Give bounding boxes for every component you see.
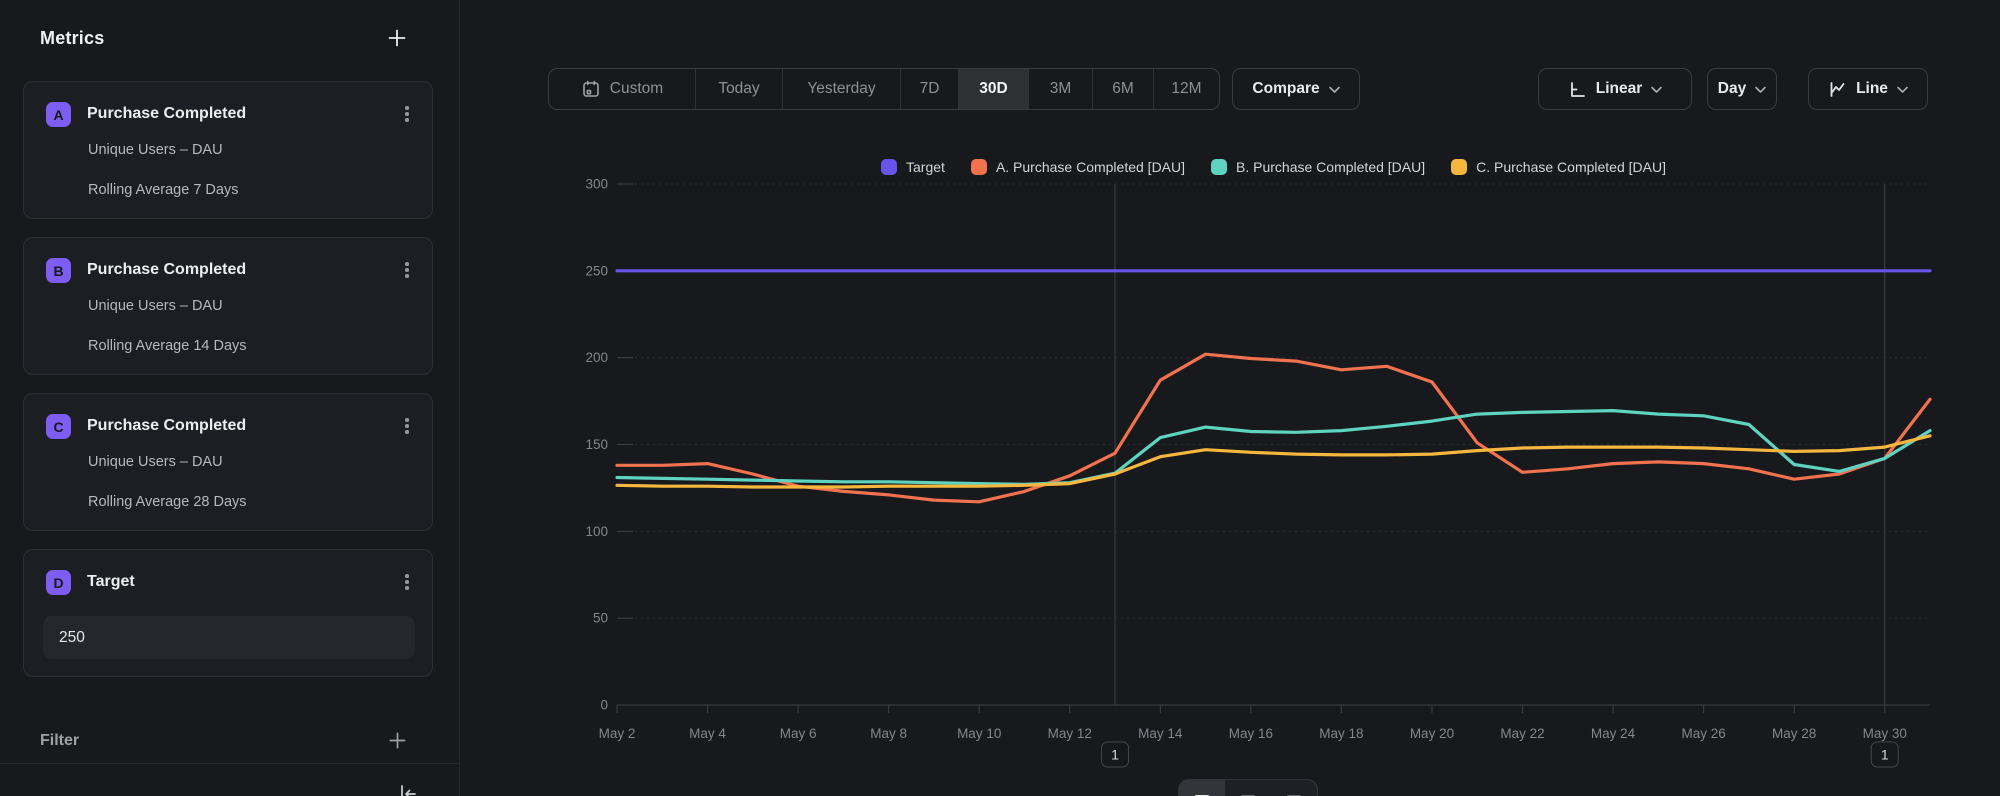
y-axis-label: 250 [585, 263, 608, 278]
annotation-badge[interactable]: 1 [1102, 742, 1129, 767]
annotation-badge[interactable]: 1 [1871, 742, 1898, 767]
dashboard: { "sidebar": { "title": "Metrics", "metr… [0, 0, 2000, 796]
svg-text:1: 1 [1111, 747, 1119, 763]
metric-card[interactable]: C Purchase Completed Unique Users – DAU Rol… [23, 393, 433, 531]
x-axis-label: May 2 [599, 726, 636, 741]
metrics-sidebar: Metrics A Purchase Completed Unique Users … [0, 0, 460, 796]
x-axis-label: May 22 [1500, 726, 1544, 741]
x-axis-label: May 30 [1863, 726, 1907, 741]
kebab-menu-icon[interactable] [396, 100, 418, 128]
filter-title: Filter [40, 732, 79, 750]
metric-transform: Rolling Average 28 Days [88, 494, 247, 510]
metric-badge: C [46, 414, 71, 439]
view-toggle-group [1178, 779, 1318, 796]
x-axis-label: May 18 [1319, 726, 1363, 741]
details-view-button[interactable] [1271, 780, 1317, 796]
x-axis-label: May 16 [1229, 726, 1273, 741]
y-axis-label: 300 [585, 177, 608, 192]
collapse-sidebar-button[interactable] [395, 781, 421, 796]
table-view-button[interactable] [1225, 780, 1271, 796]
metric-card[interactable]: A Purchase Completed Unique Users – DAU Rol… [23, 81, 433, 219]
metric-measure: Unique Users – DAU [88, 454, 223, 470]
series-line-b [617, 411, 1930, 485]
metric-measure: Unique Users – DAU [88, 298, 223, 314]
sidebar-divider [0, 763, 460, 764]
metric-title: Purchase Completed [87, 105, 246, 123]
metric-card[interactable]: B Purchase Completed Unique Users – DAU Rol… [23, 237, 433, 375]
plus-icon [387, 28, 407, 48]
filter-section: Filter [40, 729, 409, 752]
metric-measure: Unique Users – DAU [88, 142, 223, 158]
x-axis-label: May 20 [1410, 726, 1454, 741]
metric-transform: Rolling Average 7 Days [88, 182, 238, 198]
kebab-menu-icon[interactable] [396, 412, 418, 440]
x-axis-label: May 8 [870, 726, 907, 741]
x-axis-label: May 28 [1772, 726, 1816, 741]
y-axis-label: 100 [585, 524, 608, 539]
x-axis-label: May 4 [689, 726, 726, 741]
add-filter-button[interactable] [386, 729, 409, 752]
metric-transform: Rolling Average 14 Days [88, 338, 247, 354]
metric-title: Purchase Completed [87, 261, 246, 279]
svg-text:1: 1 [1881, 747, 1889, 763]
x-axis-label: May 10 [957, 726, 1001, 741]
y-axis-label: 150 [585, 437, 608, 452]
metric-title: Purchase Completed [87, 417, 246, 435]
add-metric-button[interactable] [385, 26, 409, 50]
x-axis-label: May 12 [1048, 726, 1092, 741]
chart-panel: CustomTodayYesterday7D30D3M6M12M Compare… [460, 0, 2000, 796]
metrics-title: Metrics [40, 28, 104, 49]
y-axis-label: 200 [585, 350, 608, 365]
plus-icon [388, 731, 407, 750]
series-line-c [617, 436, 1930, 487]
metric-badge: B [46, 258, 71, 283]
kebab-menu-icon[interactable] [396, 568, 418, 596]
y-axis-label: 0 [600, 698, 608, 713]
metric-badge: D [46, 570, 71, 595]
kebab-menu-icon[interactable] [396, 256, 418, 284]
collapse-left-icon [397, 783, 419, 796]
metric-card-list: A Purchase Completed Unique Users – DAU Rol… [23, 81, 433, 695]
metric-badge: A [46, 102, 71, 127]
y-axis-label: 50 [593, 611, 608, 626]
chart-view-button[interactable] [1179, 780, 1225, 796]
x-axis-label: May 14 [1138, 726, 1183, 741]
x-axis-label: May 24 [1591, 726, 1636, 741]
x-axis-label: May 6 [780, 726, 817, 741]
metric-title: Target [87, 573, 135, 591]
x-axis-label: May 26 [1681, 726, 1725, 741]
sidebar-header: Metrics [40, 26, 409, 50]
chart-canvas[interactable]: 0 50 100 150 200 250 300 May 2 May 4 May 6 May 8 Ma… [460, 0, 2000, 796]
target-value-input[interactable] [43, 616, 415, 659]
series-line-a [617, 354, 1930, 502]
target-card[interactable]: D Target [23, 549, 433, 677]
